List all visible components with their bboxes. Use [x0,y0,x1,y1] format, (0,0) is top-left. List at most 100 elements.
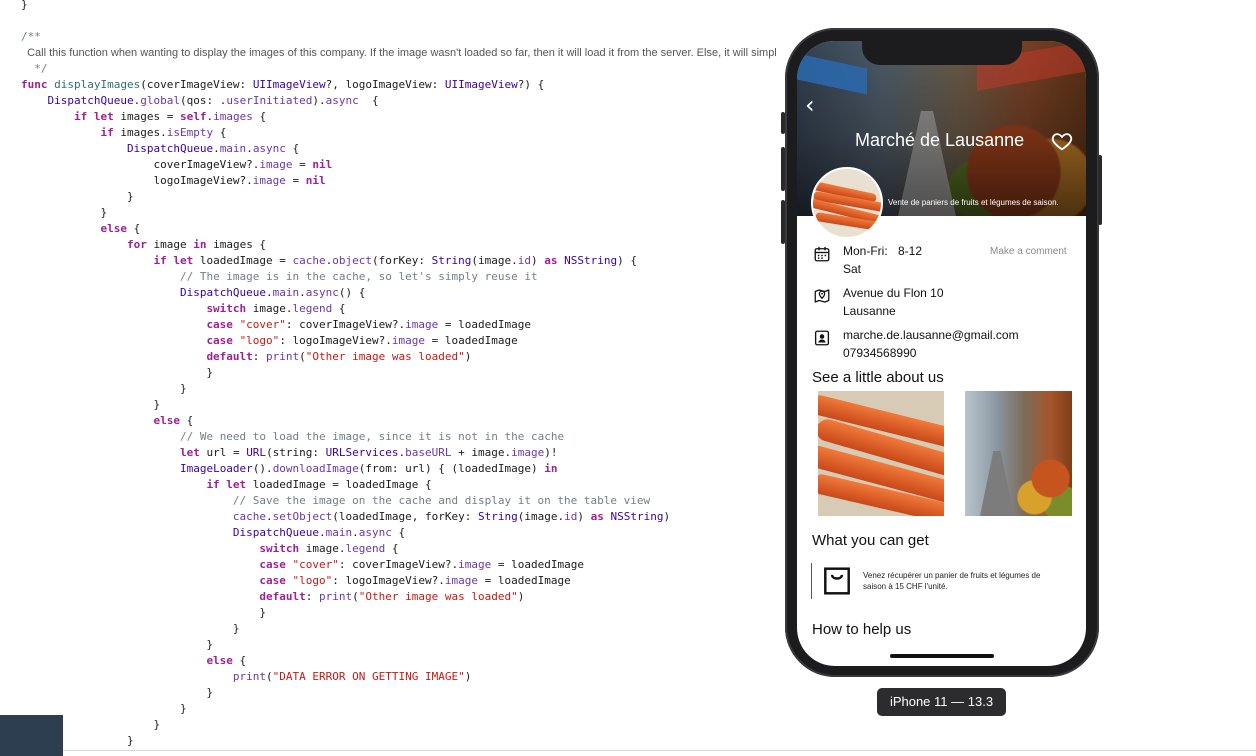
code-line: else { [21,221,140,237]
about-photo-market[interactable] [965,391,1072,516]
code-line: } [21,397,160,413]
code-line: } [21,685,213,701]
code-line: // We need to load the image, since it i… [21,429,564,445]
code-token: image. [246,302,293,315]
code-token: image [405,318,439,331]
code-token: = loadedImage [425,334,518,347]
code-token: "DATA ERROR ON GETTING IMAGE" [272,670,465,683]
code-token: loadedImage = loadedImage { [246,478,432,491]
code-token: loadedImage = [193,254,293,267]
code-token: if let [206,478,247,491]
help-section-title: How to help us [812,621,912,638]
debug-area-toggle[interactable] [0,715,63,756]
code-token: // We need to load the image, since it i… [179,430,565,443]
heart-icon[interactable] [1051,130,1073,152]
code-token: // Save the image on the cache and displ… [232,494,651,507]
code-token: cache [232,510,267,523]
code-token: } [21,0,28,11]
address-line2: Lausanne [843,304,896,318]
code-token: (string: [266,446,326,459]
code-line: else { [21,413,193,429]
code-token: async [325,94,359,107]
simulator-screen[interactable]: ‹ Marché de Lausanne Vente de paniers de… [797,41,1086,666]
code-token: { [179,414,194,427]
code-token: main [219,142,247,155]
code-token: object [332,254,373,267]
code-token: URL [246,446,267,459]
code-line: } [21,205,107,221]
code-token: let [179,446,200,459]
code-token: case [259,574,286,587]
code-line: } [21,381,187,397]
device-label: iPhone 11 — 13.3 [877,688,1006,716]
code-token: : coverImageView?. [285,318,406,331]
code-token: id [564,510,578,523]
chevron-left-icon[interactable]: ‹ [805,93,815,117]
code-token: (from: url) { (loadedImage) [358,462,545,475]
hours-days: Mon-Fri: [843,244,888,258]
code-line: if let loadedImage = cache.object(forKey… [21,253,637,269]
code-token: print [319,590,353,603]
code-token: // The image is in the cache, so let's s… [179,270,538,283]
code-token: global [140,94,180,107]
code-token: image [444,574,479,587]
code-token: default [259,590,306,603]
contact-phone[interactable]: 07934568990 [843,346,916,360]
code-token: ) [663,510,671,523]
code-token: image [391,334,426,347]
shopping-bag-icon [824,567,850,595]
code-token: main [272,286,300,299]
code-token: func [21,78,55,91]
photo-market-road [979,451,1015,516]
code-line: if images.isEmpty { [21,125,226,141]
code-token: image [511,446,545,459]
code-token: ImageLoader [179,462,253,475]
code-token: image [259,158,293,171]
code-token: /** [21,30,41,43]
contact-email[interactable]: marche.de.lausanne@gmail.com [843,328,1019,342]
code-token: print [232,670,267,683]
code-token: for [126,238,147,251]
code-token: (coverImageView: [140,78,253,91]
code-token: case [206,334,233,347]
code-token: } [21,206,108,219]
about-photo-carrots[interactable] [818,391,944,516]
code-token: } [21,366,214,379]
code-token: switch [206,302,247,315]
code-token: ( [352,590,359,603]
code-token: ( [299,350,306,363]
code-token: as [590,510,604,523]
code-token: DispatchQueue [179,286,267,299]
code-token: images [213,110,253,123]
code-token: "Other image was loaded" [358,590,518,603]
code-token: coverImageView?. [21,158,260,171]
code-line: DispatchQueue.global(qos: .userInitiated… [21,93,379,109]
code-line: coverImageView?.image = nil [21,157,332,173]
code-token: . [266,286,273,299]
code-token: } [21,382,187,395]
code-token: nil [312,158,333,171]
code-token: image. [299,542,346,555]
code-token: : coverImageView?. [338,558,459,571]
make-comment-link[interactable]: Make a comment [990,246,1067,257]
code-token: ( [266,670,273,683]
code-token: isEmpty [166,126,214,139]
code-line: for image in images { [21,237,266,253]
code-line: default: print("Other image was loaded") [21,349,471,365]
home-indicator[interactable] [890,654,994,658]
code-line: case "cover": coverImageView?.image = lo… [21,317,531,333]
code-line: case "cover": coverImageView?.image = lo… [21,557,584,573]
volume-down-button [781,200,785,244]
code-token: switch [259,542,300,555]
code-line: let url = URL(string: URLServices.baseUR… [21,445,558,461]
